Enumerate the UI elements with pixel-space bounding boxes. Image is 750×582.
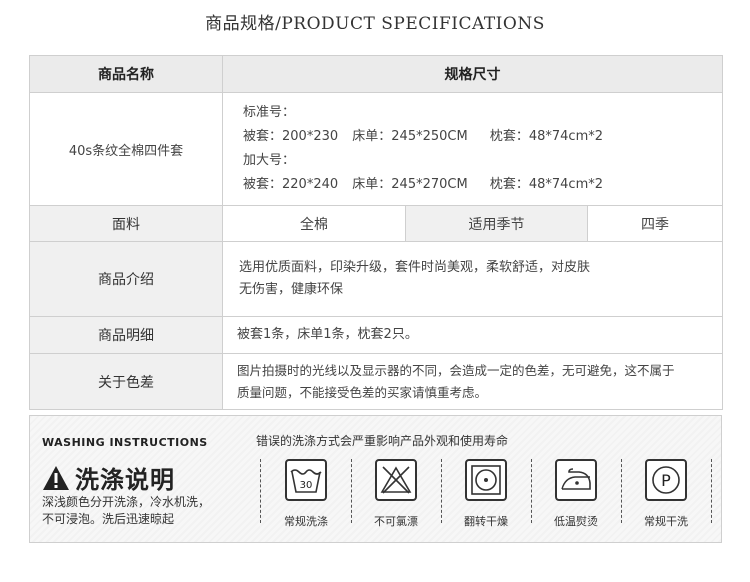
no-bleach-icon [380,466,412,494]
care-separator [351,459,353,523]
care-separator [531,459,533,523]
standard-pillow: 枕套：48*74cm*2 [489,129,604,144]
large-size-label: 加大号： [243,153,296,168]
table-row-color: 关于色差 图片拍摄时的光线以及显示器的不同，会造成一定的色差，无可避免，这不属于… [29,353,723,410]
header-spec-cell: 规格尺寸 [222,55,723,93]
product-name: 40s条纹全棉四件套 [29,92,223,206]
season-label: 适用季节 [405,205,588,242]
color-diff-label: 关于色差 [29,353,223,410]
large-pillow: 枕套：48*74cm*2 [489,177,604,192]
intro-label: 商品介绍 [29,241,223,317]
spec-table: 商品名称 规格尺寸 40s条纹全棉四件套 标准号： 被套：200*230 床单：… [29,55,723,410]
care-label-tumble-dry: 翻转干燥 [464,515,508,528]
care-label-wash: 常规洗涤 [284,515,328,528]
washing-title-cn: 洗涤说明 [42,460,175,495]
care-label-dry-clean: 常规干洗 [644,515,688,528]
table-row-intro: 商品介绍 选用优质面料，印染升级，套件时尚美观，柔软舒适，对皮肤 无伤害，健康环… [29,241,723,317]
washing-warning: 错误的洗涤方式会严重影响产品外观和使用寿命 [256,434,509,448]
washing-title-cn-text: 洗涤说明 [75,466,175,494]
dry-clean-letter: P [661,471,671,490]
dry-clean-p-icon: P [652,466,680,494]
intro-line-1: 选用优质面料，印染升级，套件时尚美观，柔软舒适，对皮肤 [239,260,591,275]
washing-desc-line-2: 不可浸泡。洗后迅速晾起 [42,512,175,526]
large-sheet: 床单：245*270CM [352,177,468,192]
care-separator [711,459,713,523]
care-symbols-row: 30 常规洗涤 不可氯漂 翻转干燥 低温熨烫 P 常规干洗 [256,459,713,537]
care-separator [260,459,262,523]
header-name-cell: 商品名称 [29,55,223,93]
wash-temperature: 30 [300,480,313,491]
fabric-label: 面料 [29,205,223,242]
care-label-low-iron: 低温熨烫 [554,515,598,528]
tumble-dry-icon [471,465,501,495]
intro-line-2: 无伤害，健康环保 [239,282,344,297]
intro-value: 选用优质面料，印染升级，套件时尚美观，柔软舒适，对皮肤 无伤害，健康环保 [222,241,723,317]
table-row-fabric: 面料 全棉 适用季节 四季 [29,205,723,242]
care-label-no-bleach: 不可氯漂 [374,515,418,528]
standard-sheet: 床单：245*250CM [352,129,468,144]
washing-panel: WASHING INSTRUCTIONS 洗涤说明 深浅颜色分开洗涤，冷水机洗，… [29,415,722,543]
standard-size-line: 被套：200*230 床单：245*250CM 枕套：48*74cm*2 [243,125,702,149]
warning-icon [43,465,69,490]
care-item-no-bleach: 不可氯漂 [356,459,436,529]
care-separator [441,459,443,523]
fabric-value: 全棉 [222,205,406,242]
care-item-wash: 30 常规洗涤 [266,459,346,529]
care-item-low-iron: 低温熨烫 [536,459,616,529]
page-title: 商品规格/PRODUCT SPECIFICATIONS [205,14,545,34]
large-quilt: 被套：220*240 [243,177,339,192]
color-diff-line-2: 质量问题，不能接受色差的买家请慎重考虑。 [237,384,488,400]
color-diff-line-1: 图片拍摄时的光线以及显示器的不同，会造成一定的色差，无可避免，这不属于 [237,362,675,378]
color-diff-value: 图片拍摄时的光线以及显示器的不同，会造成一定的色差，无可避免，这不属于 质量问题… [222,353,723,410]
detail-label: 商品明细 [29,316,223,354]
care-item-tumble-dry: 翻转干燥 [446,459,526,529]
washing-title-en: WASHING INSTRUCTIONS [42,436,208,449]
washing-desc-line-1: 深浅颜色分开洗涤，冷水机洗， [42,495,211,509]
wash-30-icon: 30 [290,469,322,493]
table-header-row: 商品名称 规格尺寸 [29,55,723,93]
table-row-product: 40s条纹全棉四件套 标准号： 被套：200*230 床单：245*250CM … [29,92,723,206]
care-separator [621,459,623,523]
table-row-detail: 商品明细 被套1条，床单1条，枕套2只。 [29,316,723,354]
season-value: 四季 [587,205,723,242]
washing-description: 深浅颜色分开洗涤，冷水机洗， 不可浸泡。洗后迅速晾起 [42,494,210,528]
standard-size-label: 标准号： [243,105,296,120]
low-iron-icon [561,468,591,490]
detail-value: 被套1条，床单1条，枕套2只。 [222,316,723,354]
standard-quilt: 被套：200*230 [243,129,339,144]
size-spec-cell: 标准号： 被套：200*230 床单：245*250CM 枕套：48*74cm*… [222,92,723,206]
large-size-line: 被套：220*240 床单：245*270CM 枕套：48*74cm*2 [243,173,702,197]
care-item-dry-clean: P 常规干洗 [626,459,706,529]
